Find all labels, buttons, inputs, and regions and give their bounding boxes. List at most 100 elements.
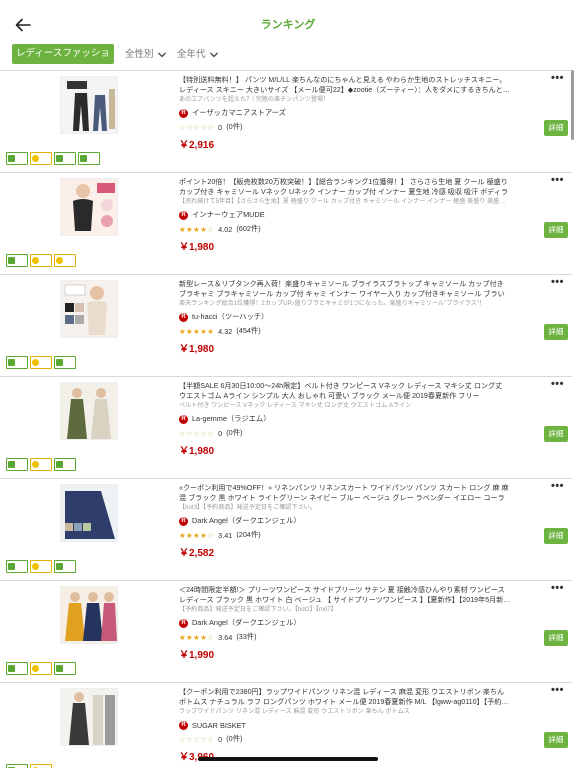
more-options-button[interactable]: ••• bbox=[551, 379, 564, 390]
detail-button[interactable]: 詳細 bbox=[544, 324, 568, 340]
product-image[interactable] bbox=[60, 280, 118, 338]
rating-row: ☆☆☆☆☆ 0 (0件) bbox=[179, 734, 511, 744]
gender-filter-dropdown[interactable]: 全性別 bbox=[125, 46, 167, 60]
more-options-button[interactable]: ••• bbox=[551, 175, 564, 186]
product-image[interactable] bbox=[60, 76, 118, 134]
product-title[interactable]: ＜24時間限定半額!＞ プリーツワンピース サイドプリーツ サテン 夏 接触冷感… bbox=[179, 585, 511, 605]
detail-button[interactable]: 詳細 bbox=[544, 222, 568, 238]
product-title[interactable]: 【特別送料無料！】 パンツ M/L/LL 楽ちんなのにちゃんと見える やわらか生… bbox=[179, 75, 511, 95]
more-options-button[interactable]: ••• bbox=[551, 73, 564, 84]
detail-button[interactable]: 詳細 bbox=[544, 528, 568, 544]
feature-tag-icon bbox=[54, 356, 76, 369]
app-header: ランキング bbox=[0, 0, 576, 40]
ranking-item[interactable]: 新型レース＆リブタンク再入荷！楽盛りキャミソール ブライラスブラトップ キャミソ… bbox=[0, 274, 572, 376]
product-title[interactable]: ポイント20倍！【販売枚数20万枚突破！】【総合ランキング1位獲得！】 さらさら… bbox=[179, 177, 511, 197]
more-options-button[interactable]: ••• bbox=[551, 277, 564, 288]
product-image[interactable] bbox=[60, 586, 118, 644]
rakuten-shop-icon: R bbox=[179, 720, 188, 730]
feature-tag-icon bbox=[6, 764, 28, 768]
review-count: (454件) bbox=[236, 326, 261, 335]
star-rating-icon: ★★★★☆ bbox=[179, 632, 215, 642]
star-rating-icon: ★★★★☆ bbox=[179, 224, 215, 234]
product-title[interactable]: 【クーポン利用で2380円】ラップワイドパンツ リネン混 レディース 麻混 変形… bbox=[179, 687, 511, 707]
product-info: 【半額SALE 6月30日10:00〜24h限定】ベルト付き ワンピース Vネッ… bbox=[179, 381, 511, 457]
feature-tag-icon bbox=[30, 458, 52, 471]
scrollbar[interactable] bbox=[571, 70, 574, 140]
feature-tags bbox=[6, 560, 76, 573]
shop-row: R tu-hacci（ツーハッチ） bbox=[179, 312, 511, 322]
detail-button[interactable]: 詳細 bbox=[544, 120, 568, 136]
feature-tag-icon bbox=[78, 152, 100, 165]
feature-tag-icon bbox=[6, 662, 28, 675]
rakuten-shop-icon: R bbox=[179, 312, 188, 322]
ranking-item[interactable]: ＜24時間限定半額!＞ プリーツワンピース サイドプリーツ サテン 夏 接触冷感… bbox=[0, 580, 572, 682]
star-rating-icon: ★★★★☆ bbox=[179, 530, 215, 540]
product-info: ポイント20倍！【販売枚数20万枚突破！】【総合ランキング1位獲得！】 さらさら… bbox=[179, 177, 511, 253]
rating-score: 3.41 bbox=[218, 530, 233, 540]
detail-button[interactable]: 詳細 bbox=[544, 732, 568, 748]
ranking-item[interactable]: 【クーポン利用で2380円】ラップワイドパンツ リネン混 レディース 麻混 変形… bbox=[0, 682, 572, 768]
shop-row: R Dark Angel（ダークエンジェル） bbox=[179, 516, 511, 526]
shop-name: tu-hacci（ツーハッチ） bbox=[192, 312, 269, 321]
rating-row: ★★★★★ 4.32 (454件) bbox=[179, 326, 511, 336]
product-title[interactable]: «クーポン利用で49%OFF！» リネンパンツ リネンスカート ワイドパンツ パ… bbox=[179, 483, 511, 503]
feature-tag-icon bbox=[54, 152, 76, 165]
chevron-down-icon bbox=[209, 52, 218, 58]
ranking-item[interactable]: 【半額SALE 6月30日10:00〜24h限定】ベルト付き ワンピース Vネッ… bbox=[0, 376, 572, 478]
ranking-item[interactable]: ポイント20倍！【販売枚数20万枚突破！】【総合ランキング1位獲得！】 さらさら… bbox=[0, 172, 572, 274]
shop-row: R Dark Angel（ダークエンジェル） bbox=[179, 618, 511, 628]
rating-score: 0 bbox=[218, 122, 223, 132]
feature-tags bbox=[6, 764, 52, 768]
rating-score: 3.64 bbox=[218, 632, 233, 642]
gender-filter-label: 全性別 bbox=[125, 49, 154, 60]
rating-score: 4.32 bbox=[218, 326, 233, 336]
shop-name: SUGAR BISKET bbox=[192, 720, 246, 730]
feature-tag-icon bbox=[30, 356, 52, 369]
page-title: ランキング bbox=[260, 19, 316, 31]
rakuten-shop-icon: R bbox=[179, 516, 188, 526]
more-options-button[interactable]: ••• bbox=[551, 583, 564, 594]
ranking-item[interactable]: «クーポン利用で49%OFF！» リネンパンツ リネンスカート ワイドパンツ パ… bbox=[0, 478, 572, 580]
more-options-button[interactable]: ••• bbox=[551, 481, 564, 492]
feature-tag-icon bbox=[30, 152, 52, 165]
review-count: (602件) bbox=[236, 224, 261, 233]
shop-name: Dark Angel（ダークエンジェル） bbox=[192, 618, 301, 627]
rating-score: 4.02 bbox=[218, 224, 233, 234]
rating-row: ★★★★☆ 4.02 (602件) bbox=[179, 224, 511, 234]
product-title[interactable]: 【半額SALE 6月30日10:00〜24h限定】ベルト付き ワンピース Vネッ… bbox=[179, 381, 511, 401]
product-image[interactable] bbox=[60, 484, 118, 542]
product-image[interactable] bbox=[60, 688, 118, 746]
rating-row: ★★★★☆ 3.41 (204件) bbox=[179, 530, 511, 540]
shop-name: La-gemme（ラジエム） bbox=[192, 414, 271, 423]
product-image[interactable] bbox=[60, 178, 118, 236]
product-image[interactable] bbox=[60, 382, 118, 440]
more-options-button[interactable]: ••• bbox=[551, 685, 564, 696]
detail-button[interactable]: 詳細 bbox=[544, 426, 568, 442]
shop-row: R イーザッカマニアストアーズ bbox=[179, 108, 511, 118]
shop-row: R La-gemme（ラジエム） bbox=[179, 414, 511, 424]
feature-tag-icon bbox=[30, 764, 52, 768]
home-indicator bbox=[198, 757, 378, 761]
feature-tag-icon bbox=[6, 356, 28, 369]
feature-tag-icon bbox=[30, 254, 52, 267]
ranking-item[interactable]: 【特別送料無料！】 パンツ M/L/LL 楽ちんなのにちゃんと見える やわらか生… bbox=[0, 70, 572, 172]
review-count: (33件) bbox=[236, 632, 257, 641]
category-filter-button[interactable]: レディースファッション bbox=[12, 44, 114, 79]
product-catchcopy: 【売れ続けて5年目】【さらさら生地】夏 極盛り クール カップ付き キャミソール… bbox=[179, 198, 511, 205]
feature-tags bbox=[6, 356, 76, 369]
feature-tags bbox=[6, 254, 76, 267]
shop-row: R SUGAR BISKET bbox=[179, 720, 511, 730]
age-filter-dropdown[interactable]: 全年代 bbox=[177, 46, 219, 60]
review-count: (204件) bbox=[236, 530, 261, 539]
shop-name: Dark Angel（ダークエンジェル） bbox=[192, 516, 301, 525]
product-catchcopy: 楽天ランキング総合1位獲得！2カップUP♪盛りブラとキャミが1つになった。楽盛り… bbox=[179, 300, 486, 307]
feature-tag-icon bbox=[6, 152, 28, 165]
detail-button[interactable]: 詳細 bbox=[544, 630, 568, 646]
product-price: ￥1,990 bbox=[179, 650, 215, 661]
product-info: 新型レース＆リブタンク再入荷！楽盛りキャミソール ブライラスブラトップ キャミソ… bbox=[179, 279, 511, 355]
rating-row: ☆☆☆☆☆ 0 (0件) bbox=[179, 122, 511, 132]
rating-score: 0 bbox=[218, 428, 223, 438]
feature-tags bbox=[6, 152, 100, 165]
product-title[interactable]: 新型レース＆リブタンク再入荷！楽盛りキャミソール ブライラスブラトップ キャミソ… bbox=[179, 279, 511, 299]
shop-name: イーザッカマニアストアーズ bbox=[192, 108, 286, 117]
